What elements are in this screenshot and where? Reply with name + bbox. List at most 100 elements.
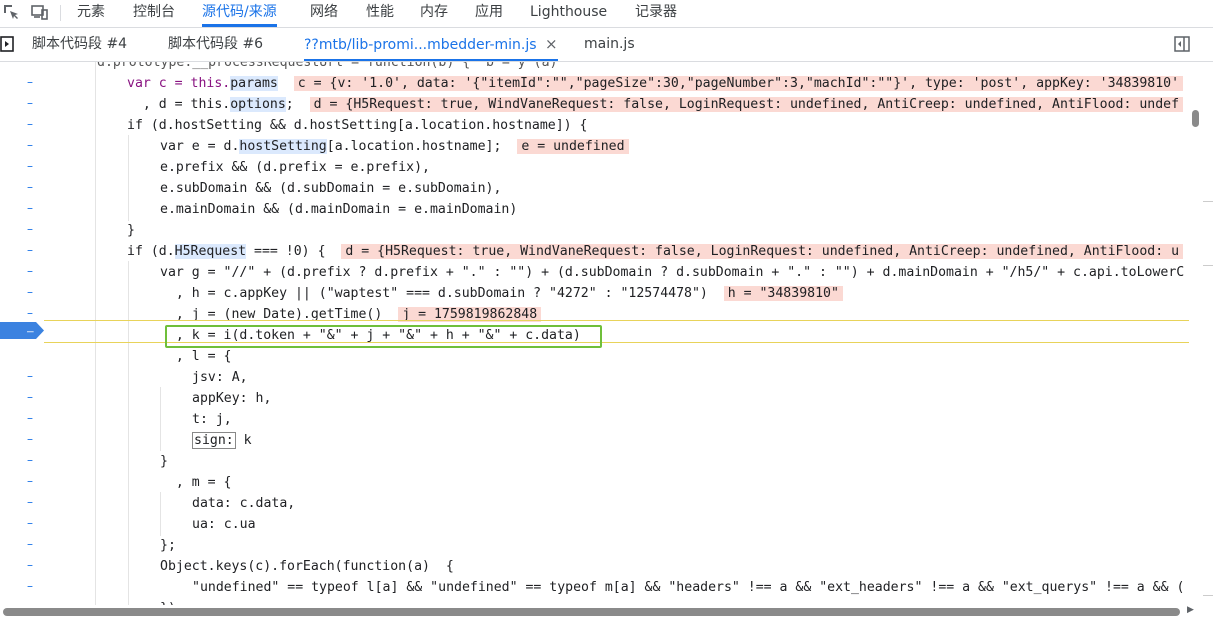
code-token: sign:: [192, 432, 236, 449]
tab-lighthouse[interactable]: Lighthouse: [530, 0, 607, 27]
gutter-marker[interactable]: –: [27, 222, 35, 236]
code-line: jsv: A,: [192, 370, 248, 385]
devtools-main-tabbar: 元素 控制台 源代码/来源 网络 性能 内存 应用 Lighthouse 记录器: [0, 0, 1213, 28]
inspect-element-icon[interactable]: [2, 3, 20, 21]
code-token: params: [230, 76, 278, 91]
gutter-marker[interactable]: –: [27, 201, 35, 215]
file-tab-main-js[interactable]: main.js: [584, 28, 635, 61]
code-line: , j = (new Date).getTime() j = 175981986…: [160, 304, 542, 325]
code-line: , h = c.appKey || ("waptest" === d.subDo…: [160, 283, 843, 304]
gutter-marker[interactable]: –: [27, 285, 35, 299]
tab-sources[interactable]: 源代码/来源: [202, 0, 277, 27]
code-line: }: [160, 454, 168, 469]
gutter-marker[interactable]: –: [27, 516, 35, 530]
breakpoint-marker[interactable]: –: [0, 322, 44, 339]
scroll-right-arrow-icon[interactable]: ▶: [1187, 604, 1197, 616]
gutter-marker[interactable]: –: [27, 579, 35, 593]
gutter-marker[interactable]: –: [27, 411, 35, 425]
code-line: }: [127, 223, 135, 238]
indent-guide: [128, 261, 129, 605]
gutter-marker[interactable]: –: [27, 495, 35, 509]
code-token: === !0) {: [246, 244, 326, 259]
code-line: e.subDomain && (d.subDomain = e.subDomai…: [160, 181, 502, 196]
gutter-marker[interactable]: –: [27, 138, 35, 152]
gutter-marker[interactable]: –: [27, 390, 35, 404]
inline-value: e = undefined: [517, 139, 629, 154]
gutter-marker[interactable]: –: [27, 243, 35, 257]
vertical-scroll-thumb[interactable]: [1192, 110, 1199, 127]
code-line: , m = {: [160, 475, 232, 490]
code-line: Object.keys(c).forEach(function(a) {: [160, 559, 454, 574]
file-tab-snippet-6[interactable]: 脚本代码段 #6: [168, 28, 263, 61]
code-token: [a.location.hostname];: [326, 139, 502, 154]
code-editor[interactable]: – – – – – – – – – – – – – – – – – – – – …: [0, 62, 1213, 605]
vertical-scrollbar[interactable]: [1189, 62, 1213, 605]
file-tab-lib-promise[interactable]: ??mtb/lib-promi...mbedder-min.js ×: [304, 28, 558, 61]
code-token: var e = d.: [160, 139, 240, 154]
gutter-marker[interactable]: –: [27, 96, 35, 110]
code-line: , d = this.options; d = {H5Request: true…: [127, 94, 1184, 115]
toggle-navigator-icon[interactable]: [0, 36, 14, 54]
panel-edge: [1203, 595, 1213, 596]
panel-edge: [1203, 265, 1213, 266]
code-line: t: j,: [192, 412, 232, 427]
gutter-marker[interactable]: –: [27, 117, 35, 131]
gutter-marker[interactable]: –: [27, 558, 35, 572]
tab-recorder[interactable]: 记录器: [635, 0, 677, 27]
inline-value: d = {H5Request: true, WindVaneRequest: f…: [309, 97, 1184, 112]
gutter-marker[interactable]: –: [27, 474, 35, 488]
gutter-marker[interactable]: –: [27, 453, 35, 467]
code-line: var c = this.params c = {v: '1.0', data:…: [127, 73, 1184, 94]
paused-line-border: [44, 320, 1189, 321]
tab-performance[interactable]: 性能: [366, 0, 394, 27]
close-tab-icon[interactable]: ×: [545, 35, 558, 53]
code-line: data: c.data,: [192, 496, 296, 511]
code-token: if (d.: [127, 244, 175, 259]
file-tab-snippet-4[interactable]: 脚本代码段 #4: [32, 28, 127, 61]
inline-value: c = {v: '1.0', data: '{"itemId":"","page…: [293, 76, 1184, 91]
panel-edge: [1203, 201, 1213, 202]
svg-text:–: –: [27, 325, 34, 338]
code-line: if (d.hostSetting && d.hostSetting[a.loc…: [127, 118, 588, 133]
tab-network[interactable]: 网络: [310, 0, 338, 27]
indent-guide: [160, 387, 161, 451]
gutter-marker[interactable]: –: [27, 75, 35, 89]
gutter-marker[interactable]: –: [27, 180, 35, 194]
code-token: hostSetting: [239, 139, 327, 154]
tab-application[interactable]: 应用: [475, 0, 503, 27]
code-line: }): [160, 598, 176, 605]
gutter-marker[interactable]: –: [27, 264, 35, 278]
code-line: if (d.H5Request === !0) { d = {H5Request…: [127, 241, 1184, 262]
code-token: , d = this.: [127, 97, 231, 112]
tab-elements[interactable]: 元素: [77, 0, 105, 27]
code-line: "undefined" == typeof l[a] && "undefined…: [192, 580, 1185, 595]
code-line: ua: c.ua: [192, 517, 256, 532]
indent-guide: [160, 492, 161, 536]
file-tab-label: ??mtb/lib-promi...mbedder-min.js: [304, 37, 537, 53]
code-line: , l = {: [160, 349, 232, 364]
inline-value: d = {H5Request: true, WindVaneRequest: f…: [341, 244, 1184, 259]
gutter-marker[interactable]: –: [27, 306, 35, 320]
gutter-marker[interactable]: –: [27, 537, 35, 551]
horizontal-scroll-thumb[interactable]: [3, 608, 1180, 616]
code-line: sign: k: [192, 430, 252, 451]
indent-guide: [128, 135, 129, 221]
divider: [60, 5, 61, 21]
code-token: var c = this.: [127, 76, 231, 91]
device-toolbar-icon[interactable]: [30, 3, 48, 21]
inline-value: h = "34839810": [723, 286, 843, 301]
tab-memory[interactable]: 内存: [420, 0, 448, 27]
gutter-marker[interactable]: –: [27, 369, 35, 383]
gutter-marker[interactable]: –: [27, 432, 35, 446]
code-line: var g = "//" + (d.prefix ? d.prefix + ".…: [160, 265, 1185, 280]
code-line: d.prototype.__processRequestUrl = functi…: [97, 62, 558, 70]
toggle-debugger-sidebar-icon[interactable]: [1173, 35, 1191, 53]
code-line: e.mainDomain && (d.mainDomain = e.mainDo…: [160, 202, 518, 217]
tab-console[interactable]: 控制台: [133, 0, 175, 27]
gutter-marker[interactable]: –: [27, 159, 35, 173]
indent-guide: [95, 62, 96, 605]
code-token: options: [230, 97, 286, 112]
editor-file-tabbar: 脚本代码段 #4 脚本代码段 #6 ??mtb/lib-promi...mbed…: [0, 28, 1213, 62]
code-line: var e = d.hostSetting[a.location.hostnam…: [160, 136, 629, 157]
code-line: appKey: h,: [192, 391, 272, 406]
